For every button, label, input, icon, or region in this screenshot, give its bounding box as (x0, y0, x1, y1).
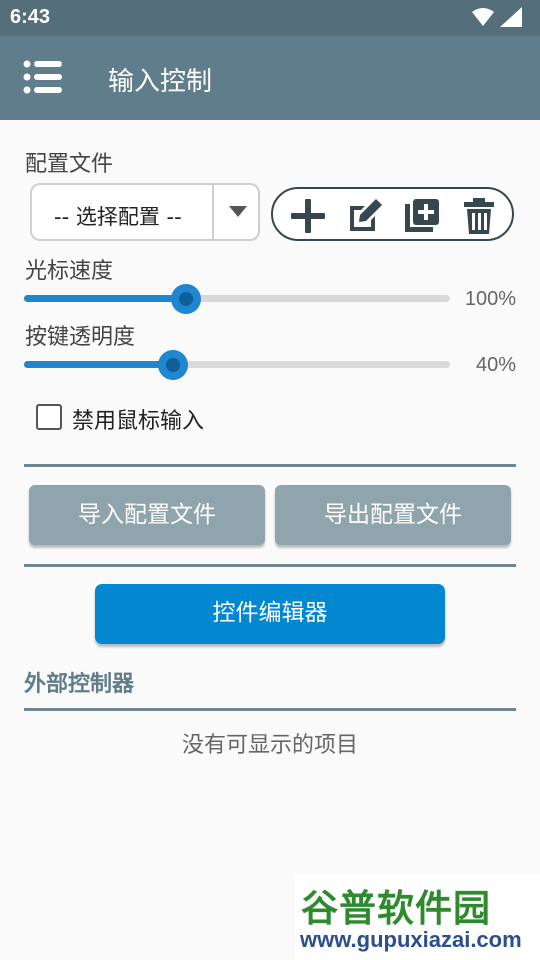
mouse-speed-label: 光标速度 (25, 259, 114, 284)
menu-icon[interactable] (22, 56, 64, 98)
status-bar: 6:43 (0, 0, 540, 36)
button-opacity-value: 40% (475, 354, 516, 376)
external-controller-heading: 外部控制器 (24, 672, 135, 697)
mouse-speed-slider[interactable] (24, 284, 450, 314)
button-opacity-slider[interactable] (24, 350, 450, 380)
watermark-title: 谷普软件园 (301, 887, 491, 930)
status-time: 6:43 (10, 6, 51, 28)
status-icons (472, 7, 522, 27)
divider-top (24, 464, 516, 467)
add-icon[interactable] (288, 196, 328, 236)
app-title: 输入控制 (108, 67, 213, 97)
control-editor-button[interactable]: 控件编辑器 (95, 584, 445, 644)
watermark-url: www.gupuxiazai.com (300, 927, 522, 952)
mouse-speed-thumb[interactable] (170, 284, 201, 314)
button-opacity-label: 按键透明度 (25, 325, 136, 350)
button-opacity-fill (24, 361, 174, 368)
app-bar: 输入控制 (0, 36, 540, 120)
delete-icon[interactable] (459, 196, 499, 236)
profile-label: 配置文件 (25, 152, 114, 177)
dropdown-arrow-icon (229, 206, 247, 217)
divider-middle (24, 564, 516, 567)
watermark: 谷普软件园 www.gupuxiazai.com (295, 875, 540, 960)
export-profile-button[interactable]: 导出配置文件 (275, 485, 511, 545)
import-profile-button[interactable]: 导入配置文件 (29, 485, 265, 545)
edit-icon[interactable] (345, 196, 385, 236)
divider-bottom (24, 708, 516, 711)
signal-icon (500, 7, 522, 27)
profile-select-value: -- 选择配置 -- (54, 205, 182, 229)
disable-mouse-label: 禁用鼠标输入 (72, 409, 205, 434)
profile-select[interactable]: -- 选择配置 -- (30, 183, 260, 241)
select-divider (212, 185, 214, 239)
duplicate-icon[interactable] (401, 196, 441, 236)
disable-mouse-checkbox[interactable] (36, 404, 62, 430)
button-opacity-thumb[interactable] (158, 350, 189, 380)
mouse-speed-fill (24, 295, 186, 302)
wifi-icon (472, 8, 494, 26)
mouse-speed-value: 100% (464, 288, 516, 310)
profile-actions (271, 187, 514, 241)
empty-list-message: 没有可显示的项目 (181, 733, 358, 758)
